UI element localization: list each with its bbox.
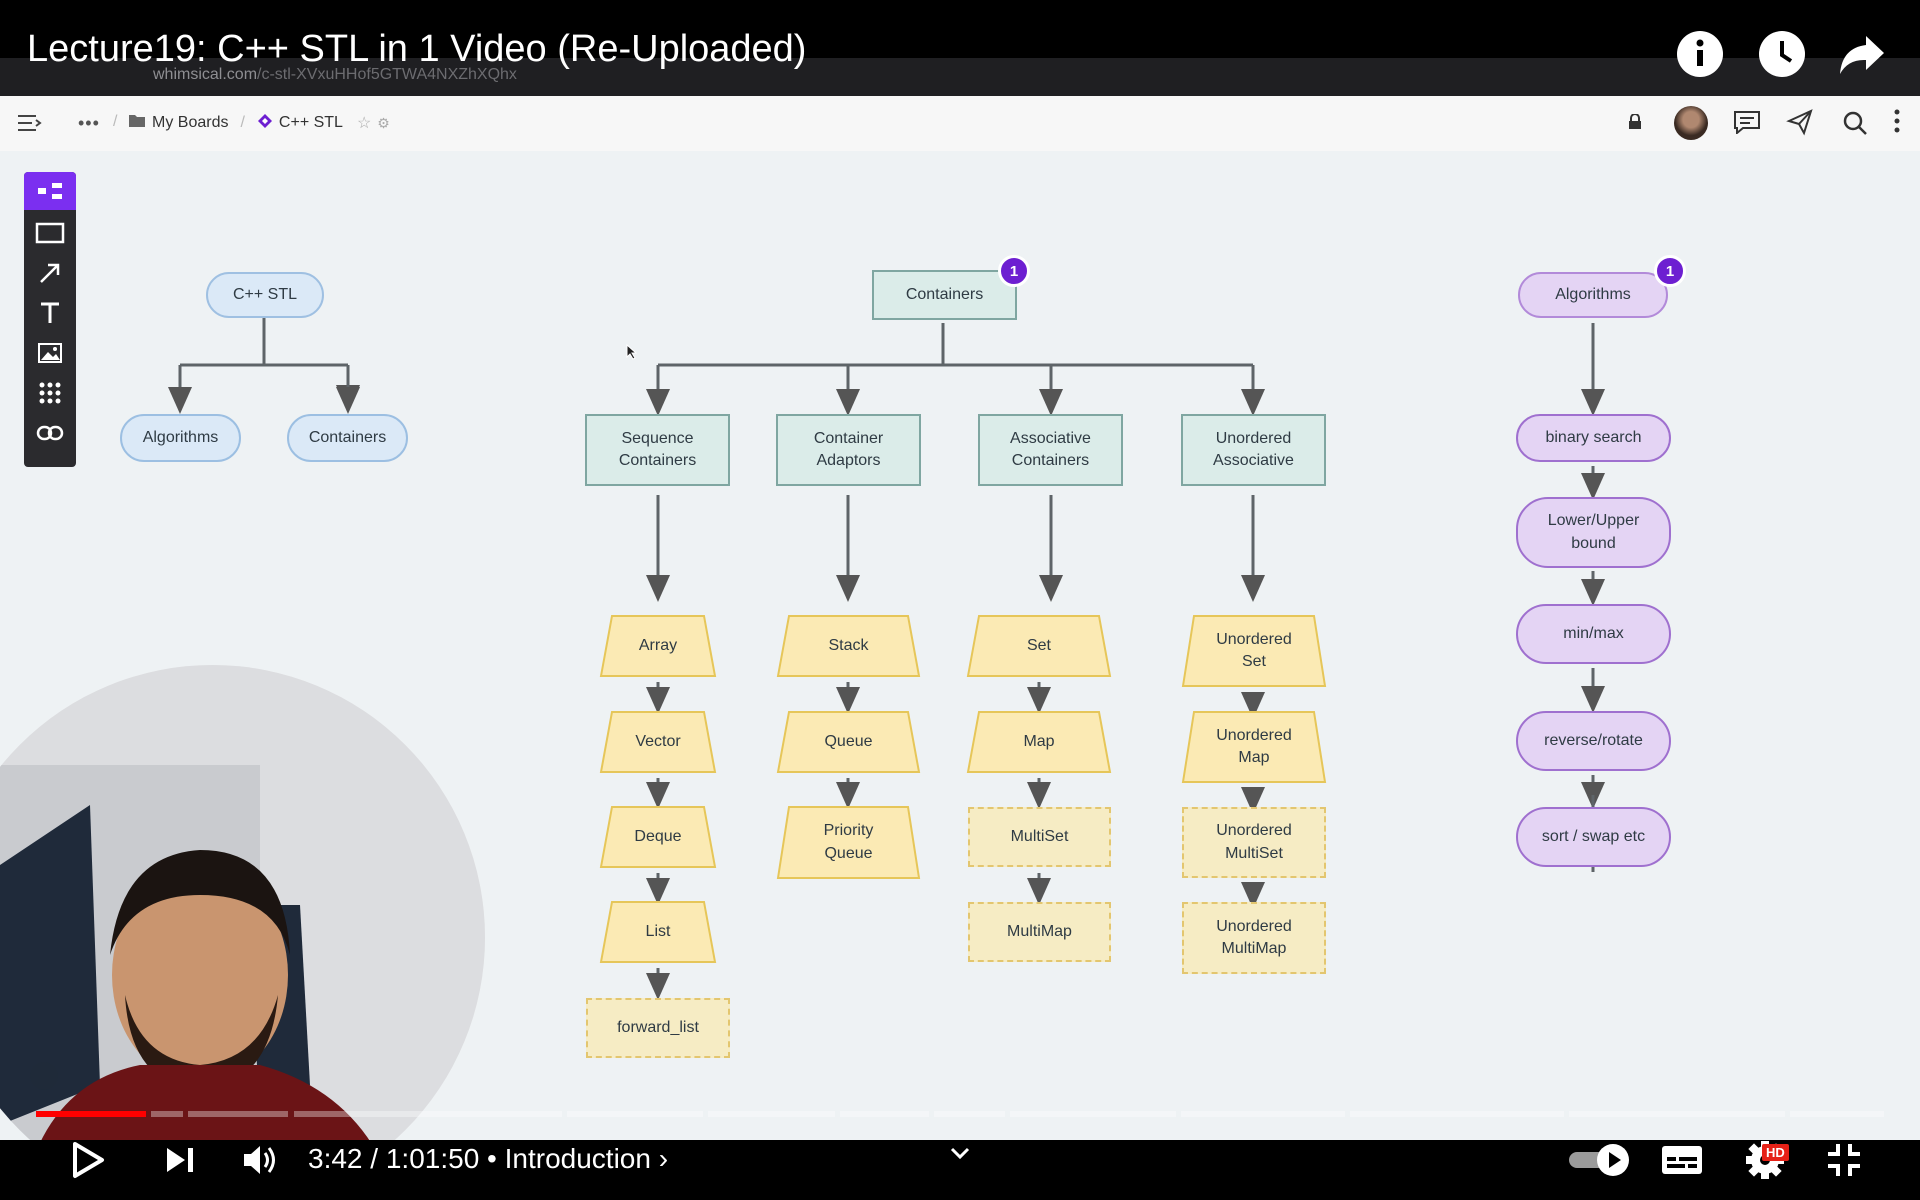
node-containers[interactable]: Containers [287,414,408,462]
tool-mindmap[interactable] [24,172,76,210]
volume-icon[interactable] [240,1138,282,1182]
node-container-adaptors[interactable]: Container Adaptors [776,414,921,486]
node-unordered-associative[interactable]: Unordered Associative [1181,414,1326,486]
info-icon[interactable] [1676,30,1724,78]
node-vector[interactable]: Vector [601,712,715,772]
clock-icon[interactable] [1758,30,1806,78]
channel-logo-icon [30,1062,58,1090]
node-lower-upper-bound[interactable]: Lower/Upper bound [1516,497,1671,568]
cloud-algorithms[interactable]: Algorithms [1518,272,1668,318]
link-tool-icon[interactable] [24,414,76,452]
image-tool-icon[interactable] [24,334,76,372]
next-icon[interactable] [160,1138,200,1182]
node-containers-root[interactable]: Containers [872,270,1017,320]
grid-tool-icon[interactable] [24,374,76,412]
node-deque[interactable]: Deque [601,807,715,867]
video-title[interactable]: Lecture19: C++ STL in 1 Video (Re-Upload… [27,28,806,71]
autoplay-toggle-icon[interactable] [1567,1138,1631,1182]
node-binary-search[interactable]: binary search [1516,414,1671,462]
rectangle-tool-icon[interactable] [24,214,76,252]
mouse-cursor [626,343,638,365]
text-tool-icon[interactable] [24,294,76,332]
node-array[interactable]: Array [601,616,715,676]
progress-bar[interactable] [36,1111,1884,1117]
comment-badge[interactable]: 1 [998,255,1030,287]
chevron-down-icon[interactable] [948,1142,972,1166]
node-stack[interactable]: Stack [778,616,919,676]
node-priority-queue[interactable]: Priority Queue [778,807,919,878]
node-associative-containers[interactable]: Associative Containers [978,414,1123,486]
node-unordered-map[interactable]: Unordered Map [1183,712,1325,782]
play-icon[interactable] [68,1138,108,1182]
video-player[interactable]: whimsical.com/c-stl-XVxuHHof5GTWA4NXZhXQ… [0,0,1920,1200]
node-map[interactable]: Map [968,712,1110,772]
node-algorithms[interactable]: Algorithms [120,414,241,462]
node-multiset[interactable]: MultiSet [968,807,1111,867]
node-sort-swap[interactable]: sort / swap etc [1516,807,1671,867]
chapter-title[interactable]: • Introduction › [487,1143,668,1174]
share-icon[interactable] [1838,30,1886,78]
time-display: 3:42 / 1:01:50 • Introduction › [308,1143,669,1174]
subtitles-icon[interactable] [1660,1138,1704,1182]
node-unordered-multiset[interactable]: Unordered MultiSet [1182,807,1326,878]
cloud-cpp-stl[interactable]: C++ STL [206,272,324,318]
arrow-tool-icon[interactable] [24,254,76,292]
node-unordered-set[interactable]: Unordered Set [1183,616,1325,686]
hd-badge: HD [1762,1144,1789,1161]
comment-badge[interactable]: 1 [1654,255,1686,287]
node-multimap[interactable]: MultiMap [968,902,1111,962]
node-set[interactable]: Set [968,616,1110,676]
exit-fullscreen-icon[interactable] [1822,1138,1866,1182]
node-queue[interactable]: Queue [778,712,919,772]
node-unordered-multimap[interactable]: Unordered MultiMap [1182,902,1326,974]
node-min-max[interactable]: min/max [1516,604,1671,664]
node-forward-list[interactable]: forward_list [586,998,730,1058]
tool-palette [24,172,76,467]
node-sequence-containers[interactable]: Sequence Containers [585,414,730,486]
node-list[interactable]: List [601,902,715,962]
node-reverse-rotate[interactable]: reverse/rotate [1516,711,1671,771]
